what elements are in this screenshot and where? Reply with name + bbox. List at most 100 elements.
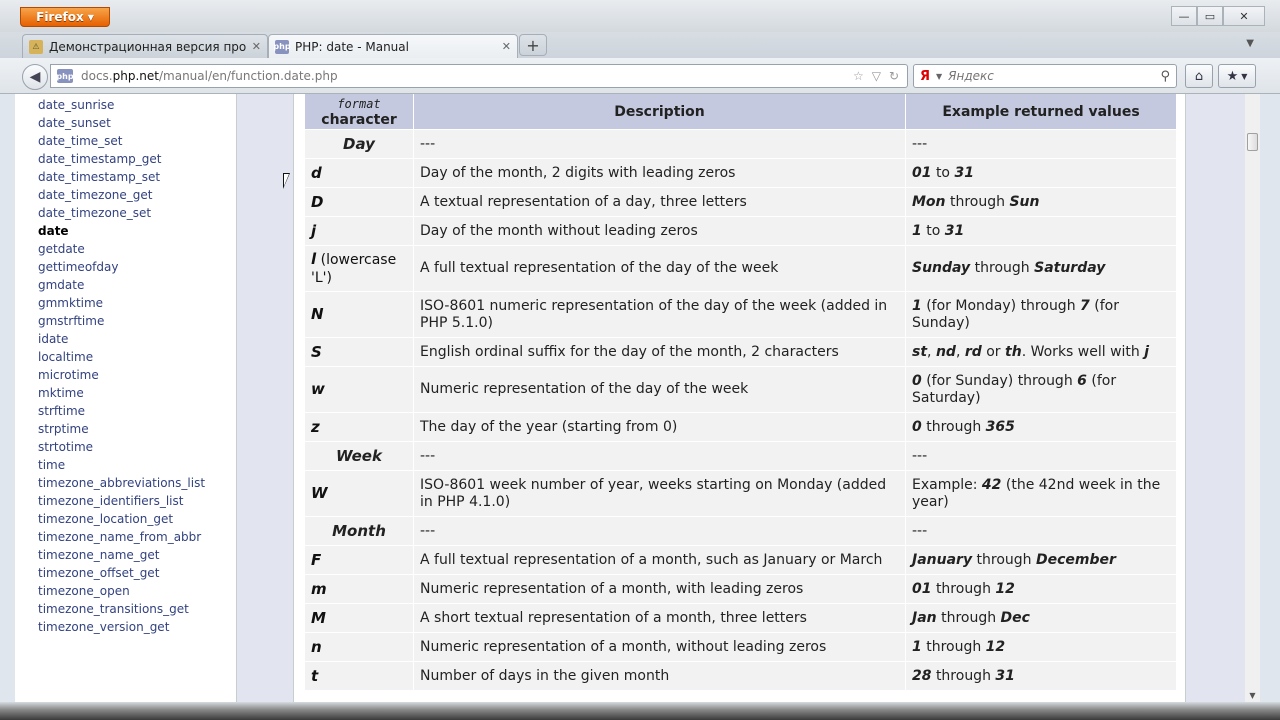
sidebar-item-date-sunset[interactable]: date_sunset [38, 114, 236, 132]
sidebar-link[interactable]: timezone_location_get [38, 512, 173, 526]
sidebar-link[interactable]: date_time_set [38, 134, 123, 148]
new-tab-button[interactable]: + [519, 34, 547, 56]
sidebar-link[interactable]: getdate [38, 242, 85, 256]
sidebar-item-gmdate[interactable]: gmdate [38, 276, 236, 294]
sidebar-item-date-timestamp-get[interactable]: date_timestamp_get [38, 150, 236, 168]
sidebar-link[interactable]: date_sunrise [38, 98, 114, 112]
bookmark-star-icon[interactable]: ☆ [853, 69, 864, 83]
sidebar-link[interactable]: timezone_offset_get [38, 566, 159, 580]
sidebar-item-gmstrftime[interactable]: gmstrftime [38, 312, 236, 330]
sidebar-item-date-timezone-set[interactable]: date_timezone_set [38, 204, 236, 222]
sidebar-item-gmmktime[interactable]: gmmktime [38, 294, 236, 312]
sidebar-link[interactable]: date_sunset [38, 116, 111, 130]
sidebar-item-mktime[interactable]: mktime [38, 384, 236, 402]
example-value: 42 [981, 476, 1002, 493]
search-input[interactable] [948, 69, 1155, 83]
minimize-button[interactable]: — [1171, 6, 1197, 26]
sidebar-item-timezone-identifiers-list[interactable]: timezone_identifiers_list [38, 492, 236, 510]
sidebar-link[interactable]: idate [38, 332, 68, 346]
yandex-icon[interactable]: Я [920, 69, 930, 84]
sidebar-link[interactable]: timezone_name_get [38, 548, 159, 562]
format-char-text: Month [332, 521, 386, 540]
format-char-text: F [311, 550, 322, 569]
sidebar-link[interactable]: gmdate [38, 278, 84, 292]
sidebar-item-timezone-location-get[interactable]: timezone_location_get [38, 510, 236, 528]
sidebar-link[interactable]: timezone_transitions_get [38, 602, 189, 616]
url-actions: ☆ ▽ ↻ [853, 69, 907, 83]
sidebar-link[interactable]: gettimeofday [38, 260, 118, 274]
sidebar-item-date[interactable]: date [38, 222, 236, 240]
search-bar[interactable]: Я ▼ ⚲ [913, 64, 1177, 88]
sidebar-link[interactable]: date_timestamp_get [38, 152, 162, 166]
scroll-down-icon[interactable]: ▼ [1245, 688, 1260, 702]
sidebar-item-date-timestamp-set[interactable]: date_timestamp_set [38, 168, 236, 186]
sidebar-item-time[interactable]: time [38, 456, 236, 474]
maximize-button[interactable]: ▭ [1197, 6, 1223, 26]
sidebar-item-strftime[interactable]: strftime [38, 402, 236, 420]
column-header-format: format character [305, 94, 414, 129]
sidebar-link[interactable]: date [38, 224, 69, 238]
example-value: 1 [912, 297, 922, 314]
description-cell: English ordinal suffix for the day of th… [414, 337, 906, 366]
site-identity-icon[interactable]: php [56, 69, 74, 83]
search-icon[interactable]: ⚲ [1160, 69, 1170, 84]
home-button[interactable]: ⌂ [1185, 64, 1213, 88]
format-char-text: W [311, 484, 328, 502]
sidebar-item-getdate[interactable]: getdate [38, 240, 236, 258]
sidebar-item-timezone-transitions-get[interactable]: timezone_transitions_get [38, 600, 236, 618]
bookmarks-menu-button[interactable]: ★ ▼ [1218, 64, 1256, 88]
sidebar-link[interactable]: gmstrftime [38, 314, 104, 328]
url-text[interactable]: docs.php.net/manual/en/function.date.php [81, 69, 845, 83]
sidebar-link[interactable]: date_timestamp_set [38, 170, 160, 184]
sidebar-item-date-timezone-get[interactable]: date_timezone_get [38, 186, 236, 204]
example-value: 1 [912, 638, 922, 655]
sidebar-item-gettimeofday[interactable]: gettimeofday [38, 258, 236, 276]
sidebar-link[interactable]: timezone_open [38, 584, 130, 598]
sidebar-link[interactable]: strtotime [38, 440, 93, 454]
reload-icon[interactable]: ↻ [889, 69, 899, 83]
close-window-button[interactable]: ✕ [1223, 6, 1265, 26]
back-button[interactable]: ◀ [22, 64, 48, 90]
sidebar-link[interactable]: timezone_abbreviations_list [38, 476, 205, 490]
close-tab-icon[interactable]: ✕ [252, 40, 261, 53]
sidebar-link[interactable]: timezone_name_from_abbr [38, 530, 201, 544]
sidebar-item-timezone-name-get[interactable]: timezone_name_get [38, 546, 236, 564]
vertical-scrollbar[interactable]: ▲ ▼ [1245, 129, 1260, 702]
sidebar-item-microtime[interactable]: microtime [38, 366, 236, 384]
history-dropdown-icon[interactable]: ▽ [872, 69, 881, 83]
sidebar-link[interactable]: date_timezone_set [38, 206, 151, 220]
sidebar-item-timezone-abbreviations-list[interactable]: timezone_abbreviations_list [38, 474, 236, 492]
sidebar-item-date-sunrise[interactable]: date_sunrise [38, 96, 236, 114]
sidebar-link[interactable]: microtime [38, 368, 99, 382]
format-char-text: N [311, 305, 324, 323]
sidebar-item-timezone-open[interactable]: timezone_open [38, 582, 236, 600]
sidebar-link[interactable]: strptime [38, 422, 89, 436]
sidebar-item-localtime[interactable]: localtime [38, 348, 236, 366]
sidebar-link[interactable]: localtime [38, 350, 93, 364]
sidebar-item-timezone-version-get[interactable]: timezone_version_get [38, 618, 236, 636]
sidebar-link[interactable]: date_timezone_get [38, 188, 153, 202]
example-cell: January through December [906, 545, 1177, 574]
example-value: rd [964, 343, 982, 360]
sidebar-link[interactable]: mktime [38, 386, 84, 400]
chevron-down-icon[interactable]: ▼ [936, 72, 942, 81]
sidebar-item-date-time-set[interactable]: date_time_set [38, 132, 236, 150]
sidebar-item-strptime[interactable]: strptime [38, 420, 236, 438]
sidebar-link[interactable]: timezone_version_get [38, 620, 169, 634]
sidebar-link[interactable]: strftime [38, 404, 85, 418]
firefox-menu-button[interactable]: Firefox ▼ [20, 7, 110, 27]
tab-php-date-manual[interactable]: php PHP: date - Manual ✕ [268, 34, 518, 58]
format-character: z [305, 412, 414, 441]
sidebar-link[interactable]: gmmktime [38, 296, 103, 310]
sidebar-item-timezone-offset-get[interactable]: timezone_offset_get [38, 564, 236, 582]
sidebar-link[interactable]: time [38, 458, 65, 472]
scroll-thumb[interactable] [1247, 133, 1258, 151]
address-bar[interactable]: php docs.php.net/manual/en/function.date… [50, 64, 908, 88]
sidebar-item-timezone-name-from-abbr[interactable]: timezone_name_from_abbr [38, 528, 236, 546]
tab-demo[interactable]: ⚠ Демонстрационная версия продукт… ✕ [22, 34, 268, 58]
close-tab-icon[interactable]: ✕ [502, 40, 511, 53]
sidebar-item-idate[interactable]: idate [38, 330, 236, 348]
list-all-tabs-icon[interactable]: ▼ [1246, 38, 1254, 49]
sidebar-item-strtotime[interactable]: strtotime [38, 438, 236, 456]
sidebar-link[interactable]: timezone_identifiers_list [38, 494, 183, 508]
